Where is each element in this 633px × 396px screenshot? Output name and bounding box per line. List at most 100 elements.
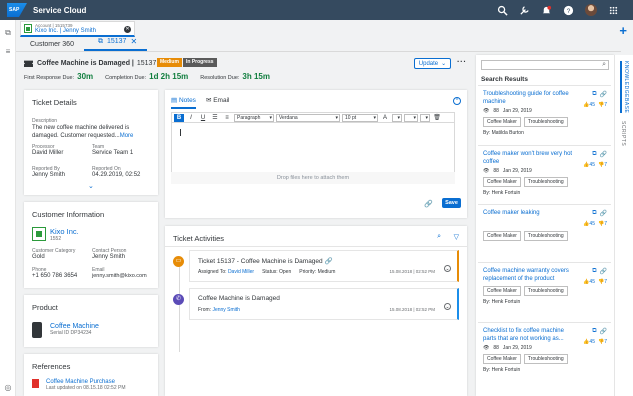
tab-knowledgebase[interactable]: KNOWLEDGEBASE [620, 61, 629, 114]
email-link[interactable]: jenny.smith@kixo.com [92, 273, 147, 279]
user-avatar[interactable] [585, 4, 597, 16]
underline-button[interactable]: U [198, 114, 208, 122]
add-icon[interactable]: + [619, 23, 627, 38]
result-title-link[interactable]: Checklist to fix coffee machine parts th… [483, 328, 578, 343]
close-icon[interactable]: ✕ [124, 26, 131, 33]
views-count: 88 [493, 345, 499, 351]
tag-chip[interactable]: Coffee Maker [483, 230, 521, 241]
collapse-icon[interactable]: ^ [453, 97, 461, 105]
account-tab[interactable]: Account | 1515739 Kixo Inc. | Jenny Smit… [20, 21, 135, 37]
search-result[interactable]: Troubleshooting guide for coffee machine… [478, 85, 611, 142]
tag-chip[interactable]: Troubleshooting [523, 286, 568, 296]
color-select[interactable] [392, 113, 402, 122]
app-grid-icon[interactable] [608, 5, 619, 16]
italic-button[interactable]: I [186, 114, 196, 122]
tag-chip[interactable]: Coffee Maker [483, 177, 521, 187]
result-title-link[interactable]: Coffee maker won't brew very hot coffee [483, 151, 578, 166]
tab-scripts[interactable]: SCRIPTS [620, 121, 626, 146]
activity-item[interactable]: Ticket 15137 - Coffee Machine is Damaged… [189, 250, 459, 282]
chevron-down-icon[interactable]: ⌄ [444, 265, 451, 272]
tag-chip[interactable]: Coffee Maker [483, 354, 521, 364]
more-icon[interactable]: ··· [457, 57, 467, 66]
search-result[interactable]: Coffee maker won't brew very hot coffee … [478, 145, 611, 202]
activity-title: Ticket 15137 - Coffee Machine is Damaged… [198, 257, 333, 265]
tag-chip[interactable]: Coffee Maker [483, 286, 521, 296]
chevron-down-icon[interactable]: ⌄ [444, 303, 451, 310]
tab-ticket-label: 15137 [106, 38, 127, 45]
activity-item[interactable]: Coffee Machine is Damaged From: Jenny Sm… [189, 288, 459, 320]
copy-icon[interactable]: ⧉ [592, 268, 596, 275]
result-title-link[interactable]: Troubleshooting guide for coffee machine [483, 91, 578, 106]
drop-zone[interactable]: Drop files here to attach them [171, 172, 455, 184]
from-link[interactable]: Jenny Smith [212, 307, 240, 313]
link-icon[interactable]: 🔗 [600, 151, 607, 158]
tag-chip[interactable]: Troubleshooting [523, 230, 568, 241]
tag-chip[interactable]: Troubleshooting [523, 117, 568, 127]
tab-notes[interactable]: ▤ Notes [171, 96, 196, 109]
copy-icon[interactable]: ⧉ [592, 151, 596, 158]
result-title-link[interactable]: Coffee machine warranty covers replaceme… [483, 268, 578, 283]
tools-icon[interactable] [519, 5, 530, 16]
link-icon[interactable]: 🔗 [600, 328, 607, 335]
copy-icon[interactable]: ⧉ [592, 210, 596, 217]
bold-button[interactable]: B [174, 113, 184, 122]
tag-chip[interactable]: Troubleshooting [523, 354, 568, 364]
ticket-details-card: Ticket Details Description The new coffe… [24, 90, 158, 195]
more-format-select[interactable] [420, 113, 430, 122]
menu-icon[interactable]: ≡ [3, 46, 13, 56]
product-link[interactable]: Coffee Machine [50, 323, 99, 330]
link-icon[interactable]: 🔗 [600, 210, 607, 217]
result-title-link[interactable]: Coffee maker leaking [483, 210, 578, 218]
processor-link[interactable]: David Miller [32, 150, 63, 156]
align-button[interactable]: ≡ [222, 114, 232, 122]
link-icon[interactable]: 🔗 [600, 91, 607, 98]
search-result[interactable]: Coffee machine warranty covers replaceme… [478, 262, 611, 320]
tab-customer-360[interactable]: Customer 360 [16, 41, 84, 51]
search-icon[interactable] [497, 5, 508, 16]
notification-icon[interactable] [541, 5, 552, 16]
result-author: By: Henk Fortuin [483, 190, 521, 196]
save-button[interactable]: Save [442, 198, 461, 208]
activity-priority: Priority: Medium [299, 269, 336, 275]
search-input[interactable]: ⌕ [481, 60, 609, 70]
phone-link[interactable]: +1 650 786 3654 [32, 273, 77, 279]
list-button[interactable]: ☰ [210, 114, 220, 122]
views-icon: 👁 [483, 168, 490, 174]
ticket-header: Coffee Machine is Damaged | 15137 Medium… [16, 53, 476, 85]
close-tab-icon[interactable]: ✕ [130, 37, 137, 46]
more-link[interactable]: More [120, 133, 134, 139]
reported-by-link[interactable]: Jenny Smith [32, 172, 65, 178]
tag-chip[interactable]: Troubleshooting [523, 177, 568, 187]
contact-link[interactable]: Jenny Smith [92, 254, 126, 260]
thumbs-down-count: 7 [604, 102, 607, 108]
search-result[interactable]: Coffee maker leaking Coffee Maker Trouble… [478, 204, 611, 258]
paragraph-select[interactable]: Paragraph [234, 113, 274, 122]
priority-badge: Medium [157, 58, 182, 67]
expand-tree-icon[interactable]: ⧉ [3, 28, 13, 38]
help-icon[interactable]: ? [563, 5, 574, 16]
customer-name-link[interactable]: Kixo Inc. [50, 227, 79, 236]
attach-icon[interactable]: 🔗 [424, 200, 433, 208]
filter-icon[interactable]: ▽ [454, 233, 459, 241]
font-select[interactable]: Verdana [276, 113, 340, 122]
assigned-link[interactable]: David Miller [228, 269, 254, 275]
expand-chevron-icon[interactable]: ⌄ [88, 182, 94, 190]
activity-status: Status: Open [262, 269, 292, 275]
text-color-icon[interactable]: A [380, 114, 390, 122]
delete-icon[interactable]: 🗑 [432, 114, 442, 122]
link-icon[interactable]: 🔗 [600, 268, 607, 275]
copy-icon[interactable]: ⧉ [592, 328, 596, 335]
tag-chip[interactable]: Coffee Maker [483, 117, 521, 127]
search-icon[interactable]: ⌕ [437, 233, 441, 241]
customer-info-card: Customer Information Kixo Inc. 1552 Custo… [24, 202, 158, 288]
size-select[interactable]: 10 pt [342, 113, 378, 122]
settings-icon[interactable]: ◎ [3, 382, 13, 392]
due-value: 1d 2h 15m [149, 72, 189, 81]
search-result[interactable]: Checklist to fix coffee machine parts th… [478, 322, 611, 382]
card-title: Ticket Details [32, 98, 77, 107]
copy-icon[interactable]: ⧉ [592, 91, 596, 98]
tab-email[interactable]: ✉ Email [206, 96, 230, 109]
tab-ticket[interactable]: ⧉ 15137 ✕ [83, 37, 148, 51]
update-button[interactable]: Update ⌄ [414, 58, 451, 69]
highlight-select[interactable] [404, 113, 418, 122]
